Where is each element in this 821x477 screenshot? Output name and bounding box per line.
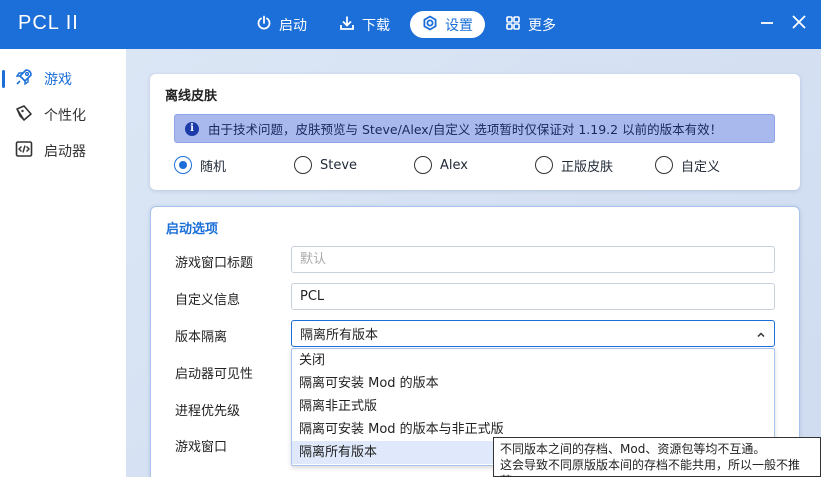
chevron-up-icon xyxy=(756,329,766,339)
gear-icon xyxy=(422,15,438,35)
download-icon xyxy=(339,15,355,35)
game-window-label: 游戏窗口 xyxy=(175,440,228,455)
title-bar: PCL II 启动 下载 设置 更多 xyxy=(0,0,821,49)
radio-label: 随机 xyxy=(200,159,227,175)
radio-circle xyxy=(655,156,673,174)
radio-steve[interactable]: Steve xyxy=(294,154,357,176)
window-title-input[interactable] xyxy=(300,252,774,267)
isolation-selected-value: 隔离所有版本 xyxy=(300,328,379,343)
rocket-icon xyxy=(14,67,34,91)
sidebar-item-label: 游戏 xyxy=(44,72,72,88)
info-banner: i 由于技术问题，皮肤预览与 Steve/Alex/自定义 选项暂时仅保证对 1… xyxy=(174,114,775,143)
dropdown-option-non-release[interactable]: 隔离非正式版 xyxy=(292,395,774,418)
dropdown-option-mod-versions[interactable]: 隔离可安装 Mod 的版本 xyxy=(292,372,774,395)
app-title: PCL II xyxy=(18,12,79,34)
minimize-button[interactable] xyxy=(757,14,777,34)
radio-custom[interactable]: 自定义 xyxy=(655,154,720,176)
nav-more[interactable]: 更多 xyxy=(493,11,568,38)
radio-alex[interactable]: Alex xyxy=(414,154,468,176)
nav-settings-label: 设置 xyxy=(445,17,473,34)
tooltip: 不同版本之间的存档、Mod、资源包等均不互通。 这会导致不同原版版本间的存档不能… xyxy=(493,437,821,477)
main-panel: 离线皮肤 i 由于技术问题，皮肤预览与 Steve/Alex/自定义 选项暂时仅… xyxy=(126,49,821,477)
priority-label: 进程优先级 xyxy=(175,404,241,419)
nav-download-label: 下载 xyxy=(362,17,390,34)
radio-random[interactable]: 随机 xyxy=(174,154,226,176)
radio-label: 自定义 xyxy=(681,159,721,175)
nav-download[interactable]: 下载 xyxy=(327,11,402,38)
info-text: 由于技术问题，皮肤预览与 Steve/Alex/自定义 选项暂时仅保证对 1.1… xyxy=(208,122,723,137)
isolation-label: 版本隔离 xyxy=(175,330,228,345)
launcher-visibility-label: 启动器可见性 xyxy=(175,367,254,382)
minimize-icon xyxy=(759,14,775,34)
info-icon: i xyxy=(185,121,199,136)
radio-circle xyxy=(414,156,432,174)
custom-info-input[interactable] xyxy=(300,289,774,304)
radio-circle xyxy=(294,156,312,174)
sidebar-item-launcher[interactable]: 启动器 xyxy=(0,136,126,166)
radio-circle xyxy=(174,156,192,174)
nav-settings[interactable]: 设置 xyxy=(410,11,485,38)
sidebar: 游戏 个性化 启动器 xyxy=(0,49,126,477)
close-button[interactable] xyxy=(789,14,809,34)
radio-official-skin[interactable]: 正版皮肤 xyxy=(535,154,613,176)
radio-circle xyxy=(535,156,553,174)
sidebar-item-game[interactable]: 游戏 xyxy=(0,64,126,94)
isolation-select[interactable]: 隔离所有版本 xyxy=(291,320,775,347)
card-title: 启动选项 xyxy=(166,222,219,237)
dropdown-option-off[interactable]: 关闭 xyxy=(292,349,774,372)
nav-launch[interactable]: 启动 xyxy=(244,11,319,38)
tooltip-line-1: 不同版本之间的存档、Mod、资源包等均不互通。 xyxy=(500,442,766,456)
skin-radio-group: 随机 Steve Alex 正版皮肤 自定义 xyxy=(174,154,784,176)
sidebar-item-label: 个性化 xyxy=(44,108,86,124)
radio-label: Steve xyxy=(320,157,358,173)
nav-launch-label: 启动 xyxy=(279,17,307,34)
window-title-label: 游戏窗口标题 xyxy=(175,256,254,271)
sidebar-item-personalize[interactable]: 个性化 xyxy=(0,100,126,130)
sidebar-item-label: 启动器 xyxy=(44,144,86,160)
active-indicator xyxy=(2,70,5,88)
radio-label: Alex xyxy=(440,157,468,173)
top-nav: 启动 下载 设置 更多 xyxy=(244,11,568,39)
code-icon xyxy=(14,139,34,163)
brush-icon xyxy=(14,103,34,127)
card-title: 离线皮肤 xyxy=(165,89,218,104)
custom-info-field[interactable] xyxy=(291,283,775,310)
window-title-field[interactable] xyxy=(291,246,775,273)
offline-skin-card: 离线皮肤 i 由于技术问题，皮肤预览与 Steve/Alex/自定义 选项暂时仅… xyxy=(150,74,800,190)
grid-icon xyxy=(505,15,521,35)
power-icon xyxy=(256,15,272,35)
tooltip-line-2: 这会导致不同原版版本间的存档不能共用，所以一般不推荐。 xyxy=(500,458,801,477)
close-icon xyxy=(791,14,807,34)
radio-label: 正版皮肤 xyxy=(561,159,614,175)
nav-more-label: 更多 xyxy=(528,17,556,34)
custom-info-label: 自定义信息 xyxy=(175,293,241,308)
